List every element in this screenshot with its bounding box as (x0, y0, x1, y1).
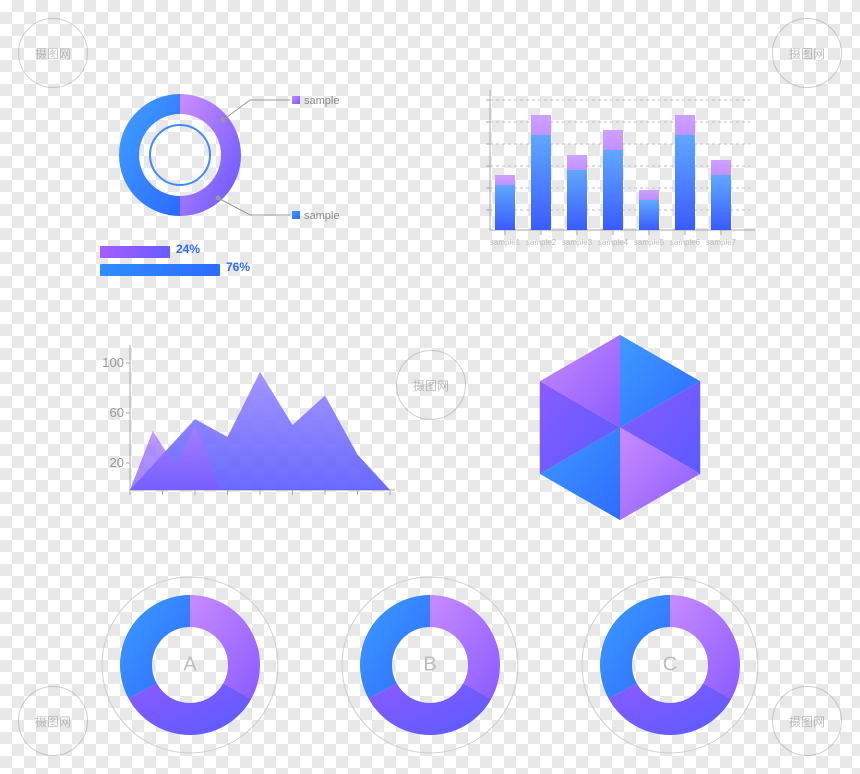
y-tick-60: 60 (110, 405, 124, 420)
donut-chart-B: B (335, 570, 525, 760)
legend-label-1: sample A (304, 95, 340, 107)
svg-text:sample6: sample6 (670, 238, 701, 247)
svg-text:sample5: sample5 (634, 238, 665, 247)
svg-text:sample4: sample4 (598, 238, 629, 247)
watermark-badge: 摄图网 (396, 350, 466, 420)
x-ticks (130, 490, 390, 495)
hex-slices (540, 335, 700, 520)
bar-chart: sample1 sample2 sample3 sample4 sample5 sampl… (470, 80, 760, 265)
y-tick-100: 100 (102, 355, 124, 370)
svg-text:sample7: sample7 (706, 238, 737, 247)
watermark-badge: 摄图网 (18, 18, 88, 88)
percent-purple: 24% (176, 242, 200, 256)
percent-blue: 76% (226, 260, 250, 274)
y-ticks (486, 100, 490, 210)
progress-bar-blue: 76% (100, 258, 340, 276)
donut-label-C: C (663, 654, 677, 677)
svg-text:sample3: sample3 (562, 238, 593, 247)
donut-chart-A: A (95, 570, 285, 760)
bars (495, 115, 731, 230)
donut-label-B: B (423, 654, 436, 677)
donut-svg: sample A sample A (100, 80, 340, 240)
svg-text:sample1: sample1 (490, 238, 521, 247)
donut-label-A: A (183, 654, 196, 677)
svg-text:sample2: sample2 (526, 238, 557, 247)
watermark-badge: 摄图网 (772, 686, 842, 756)
legend-label-2: sample A (304, 210, 340, 222)
donut-chart-main: sample A sample A 24% 76% (100, 80, 340, 276)
x-labels: sample1 sample2 sample3 sample4 sample5 sampl… (490, 230, 737, 247)
watermark-badge: 摄图网 (18, 686, 88, 756)
y-tick-20: 20 (110, 455, 124, 470)
area-chart: 100 60 20 (90, 335, 400, 520)
donut-chart-C: C (575, 570, 765, 760)
hexagon-chart (510, 330, 730, 530)
progress-bar-purple: 24% (100, 240, 340, 258)
watermark-badge: 摄图网 (772, 18, 842, 88)
